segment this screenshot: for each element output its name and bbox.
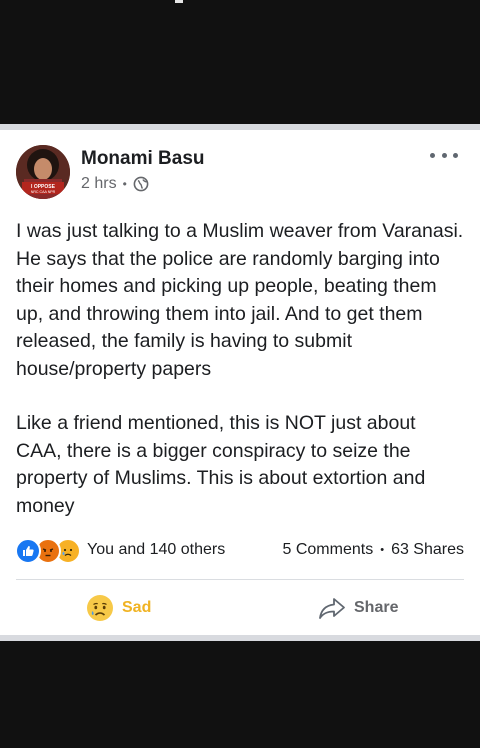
post-body: I was just talking to a Muslim weaver fr… [16,218,466,547]
author-name[interactable]: Monami Basu [81,148,205,170]
reactions-summary[interactable]: You and 140 others [15,538,226,564]
top-dark-area [0,0,480,124]
post-meta: 2 hrs • [81,175,149,193]
comments-count[interactable]: 5 Comments [283,541,374,559]
share-button[interactable]: Share [318,592,398,624]
post-time[interactable]: 2 hrs [81,175,117,193]
counts-separator: • [380,544,385,556]
sad-reaction-icon [87,595,113,621]
meta-separator: • [122,177,127,191]
post-paragraph-1: I was just talking to a Muslim weaver fr… [16,220,464,380]
engagement-counts: 5 Comments • 63 Shares [283,541,465,559]
like-icon [15,538,41,564]
share-button-label: Share [354,599,399,616]
reaction-button[interactable]: Sad [86,592,151,624]
reactions-text: You and 140 others [87,541,226,558]
bottom-dark-area [0,641,480,748]
avatar[interactable]: I OPPOSE NRC CAA NPR [16,145,70,199]
reaction-button-label: Sad [122,599,152,616]
top-artifact [175,0,183,3]
more-options-icon[interactable] [430,148,458,162]
reaction-icons [15,538,81,564]
share-icon [319,598,345,619]
globe-icon [133,176,149,192]
actions-divider [16,579,464,580]
avatar-badge-line2: NRC CAA NPR [31,190,56,194]
post-paragraph-2: Like a friend mentioned, this is NOT jus… [16,412,426,517]
post-card: I OPPOSE NRC CAA NPR Monami Basu 2 hrs •… [0,130,480,635]
shares-count[interactable]: 63 Shares [391,541,464,559]
